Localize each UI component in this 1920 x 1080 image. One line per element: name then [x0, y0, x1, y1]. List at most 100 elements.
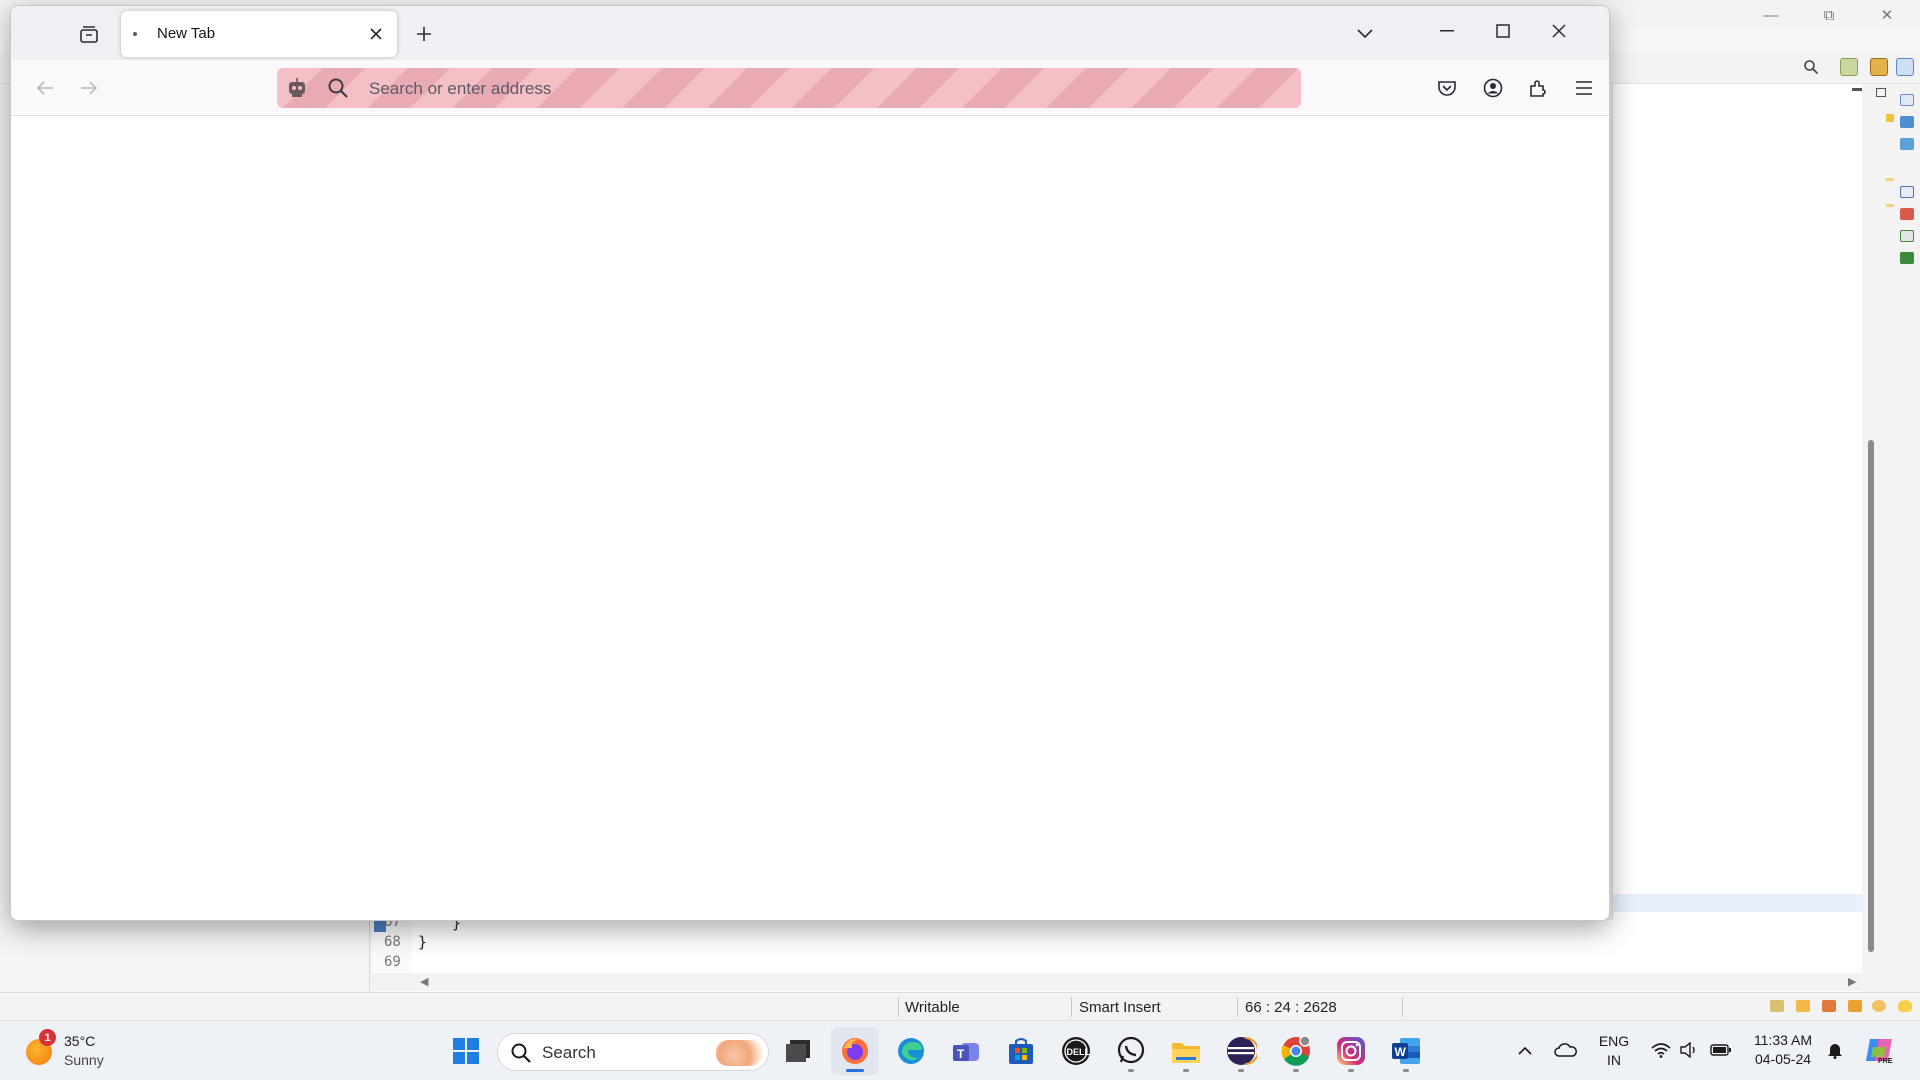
console-view-icon[interactable] — [1900, 186, 1914, 198]
svg-text:W: W — [1395, 1045, 1407, 1059]
svg-text:T: T — [957, 1047, 965, 1061]
outline-scrollbar[interactable] — [1868, 440, 1874, 952]
app-menu-button[interactable] — [1568, 72, 1600, 104]
status-tray-icon[interactable] — [1872, 1000, 1886, 1012]
java-perspective-icon[interactable] — [1870, 58, 1888, 76]
plus-icon — [417, 27, 431, 41]
maximize-button[interactable] — [1475, 11, 1531, 51]
tab-close-button[interactable] — [361, 19, 391, 49]
status-tray-icon[interactable] — [1770, 1000, 1784, 1012]
firefox-tab-bar: New Tab — [11, 6, 1609, 60]
clock-time: 11:33 AM — [1753, 1032, 1813, 1048]
volume-button[interactable] — [1676, 1037, 1702, 1063]
list-all-tabs-button[interactable] — [1349, 18, 1381, 50]
instagram-icon — [1337, 1037, 1365, 1065]
taskbar-app-firefox[interactable] — [831, 1027, 879, 1075]
search-highlight-icon — [716, 1040, 762, 1066]
taskbar-app-file-explorer[interactable] — [1162, 1027, 1210, 1075]
taskbar-app-store[interactable] — [997, 1027, 1045, 1075]
status-insert-mode: Smart Insert — [1079, 998, 1161, 1016]
breakpoints-view-icon[interactable] — [1900, 116, 1914, 128]
taskbar-app-eclipse[interactable] — [1217, 1027, 1265, 1075]
scroll-right-icon[interactable]: ▶ — [1848, 975, 1856, 988]
extensions-button[interactable] — [1522, 72, 1554, 104]
windows-taskbar: 1 35°C Sunny Search T DELL W ENG IN 11:3… — [0, 1020, 1920, 1080]
battery-button[interactable] — [1708, 1037, 1734, 1063]
minimize-button[interactable] — [1419, 11, 1475, 51]
teams-icon: T — [953, 1043, 979, 1061]
ide-restore-button[interactable]: ⧉ — [1806, 2, 1852, 28]
overview-marker-icon[interactable] — [1886, 114, 1894, 122]
overview-marker-icon[interactable] — [1886, 204, 1894, 207]
remote-control-robot-icon[interactable] — [285, 76, 309, 100]
javadoc-view-icon[interactable] — [1900, 230, 1914, 242]
page-content-area[interactable] — [11, 116, 1609, 920]
taskbar-app-whatsapp[interactable] — [1107, 1027, 1155, 1075]
taskbar-app-task-view[interactable] — [774, 1027, 822, 1075]
language-code: ENG — [1598, 1033, 1630, 1049]
taskbar-app-teams[interactable]: T — [942, 1027, 990, 1075]
firefox-window: New Tab Search or enter address — [10, 5, 1610, 921]
status-writable: Writable — [905, 998, 960, 1016]
firefox-view-button[interactable] — [73, 18, 105, 50]
status-tray-icon[interactable] — [1796, 1000, 1810, 1012]
open-perspective-icon[interactable] — [1840, 58, 1858, 76]
hamburger-menu-icon — [1576, 81, 1592, 95]
address-bar[interactable]: Search or enter address — [277, 68, 1301, 108]
network-button[interactable] — [1648, 1037, 1674, 1063]
ide-status-bar: Writable Smart Insert 66 : 24 : 2628 — [0, 992, 1920, 1020]
tip-lightbulb-icon[interactable] — [1898, 1000, 1912, 1012]
declaration-view-icon[interactable] — [1900, 252, 1914, 264]
chrome-icon — [1281, 1035, 1311, 1066]
weather-alert-badge: 1 — [39, 1029, 56, 1046]
scroll-left-icon[interactable]: ◀ — [420, 975, 428, 988]
weather-temperature: 35°C — [64, 1033, 96, 1049]
onedrive-button[interactable] — [1552, 1037, 1580, 1063]
copilot-icon: PRE — [1866, 1039, 1893, 1065]
taskbar-app-instagram[interactable] — [1327, 1027, 1375, 1075]
new-tab-button[interactable] — [408, 18, 440, 50]
weather-widget[interactable]: 1 35°C Sunny — [24, 1029, 134, 1073]
status-tray-icon[interactable] — [1848, 1000, 1862, 1012]
tab-new-tab[interactable]: New Tab — [121, 11, 397, 57]
forward-button[interactable] — [73, 72, 105, 104]
status-separator — [1237, 997, 1238, 1017]
selected-outline-row[interactable] — [1613, 894, 1863, 912]
running-indicator — [1403, 1069, 1409, 1072]
clock[interactable]: 11:33 AM 04-05-24 — [1746, 1032, 1820, 1067]
notifications-button[interactable] — [1822, 1037, 1848, 1063]
windows-logo-icon — [453, 1038, 479, 1064]
taskbar-search-box[interactable]: Search — [497, 1033, 769, 1071]
bell-icon — [1828, 1044, 1842, 1059]
editor-horizontal-scrollbar[interactable]: ◀ ▶ — [372, 973, 1862, 991]
ide-search-icon[interactable] — [1803, 59, 1819, 75]
overview-marker-icon[interactable] — [1886, 178, 1894, 181]
language-indicator[interactable]: ENG IN — [1596, 1033, 1632, 1068]
chevron-up-icon — [1518, 1046, 1532, 1055]
pocket-button[interactable] — [1431, 72, 1463, 104]
close-window-button[interactable] — [1531, 11, 1587, 51]
copilot-button[interactable]: PRE — [1862, 1033, 1896, 1067]
status-tray-icon[interactable] — [1822, 1000, 1836, 1012]
account-button[interactable] — [1477, 72, 1509, 104]
start-button[interactable] — [442, 1027, 490, 1075]
show-hidden-icons-button[interactable] — [1512, 1037, 1538, 1063]
variables-view-icon[interactable] — [1900, 94, 1914, 106]
firefox-nav-bar: Search or enter address — [11, 60, 1609, 116]
edge-icon — [898, 1038, 924, 1064]
back-button[interactable] — [29, 72, 61, 104]
running-indicator — [1183, 1069, 1189, 1072]
code-line[interactable]: } — [418, 933, 427, 951]
account-icon — [1483, 78, 1503, 98]
taskbar-app-dell[interactable]: DELL — [1052, 1027, 1100, 1075]
taskbar-app-edge[interactable] — [887, 1027, 935, 1075]
taskbar-app-chrome[interactable] — [1272, 1027, 1320, 1075]
view-minimize-icon[interactable] — [1852, 88, 1862, 91]
ide-minimize-button[interactable]: — — [1748, 2, 1794, 28]
view-maximize-icon[interactable] — [1876, 88, 1886, 97]
expressions-view-icon[interactable] — [1900, 138, 1914, 150]
taskbar-app-word[interactable]: W — [1382, 1027, 1430, 1075]
ide-close-button[interactable]: ✕ — [1864, 2, 1910, 28]
task-view-icon — [786, 1040, 810, 1062]
problems-view-icon[interactable] — [1900, 208, 1914, 220]
